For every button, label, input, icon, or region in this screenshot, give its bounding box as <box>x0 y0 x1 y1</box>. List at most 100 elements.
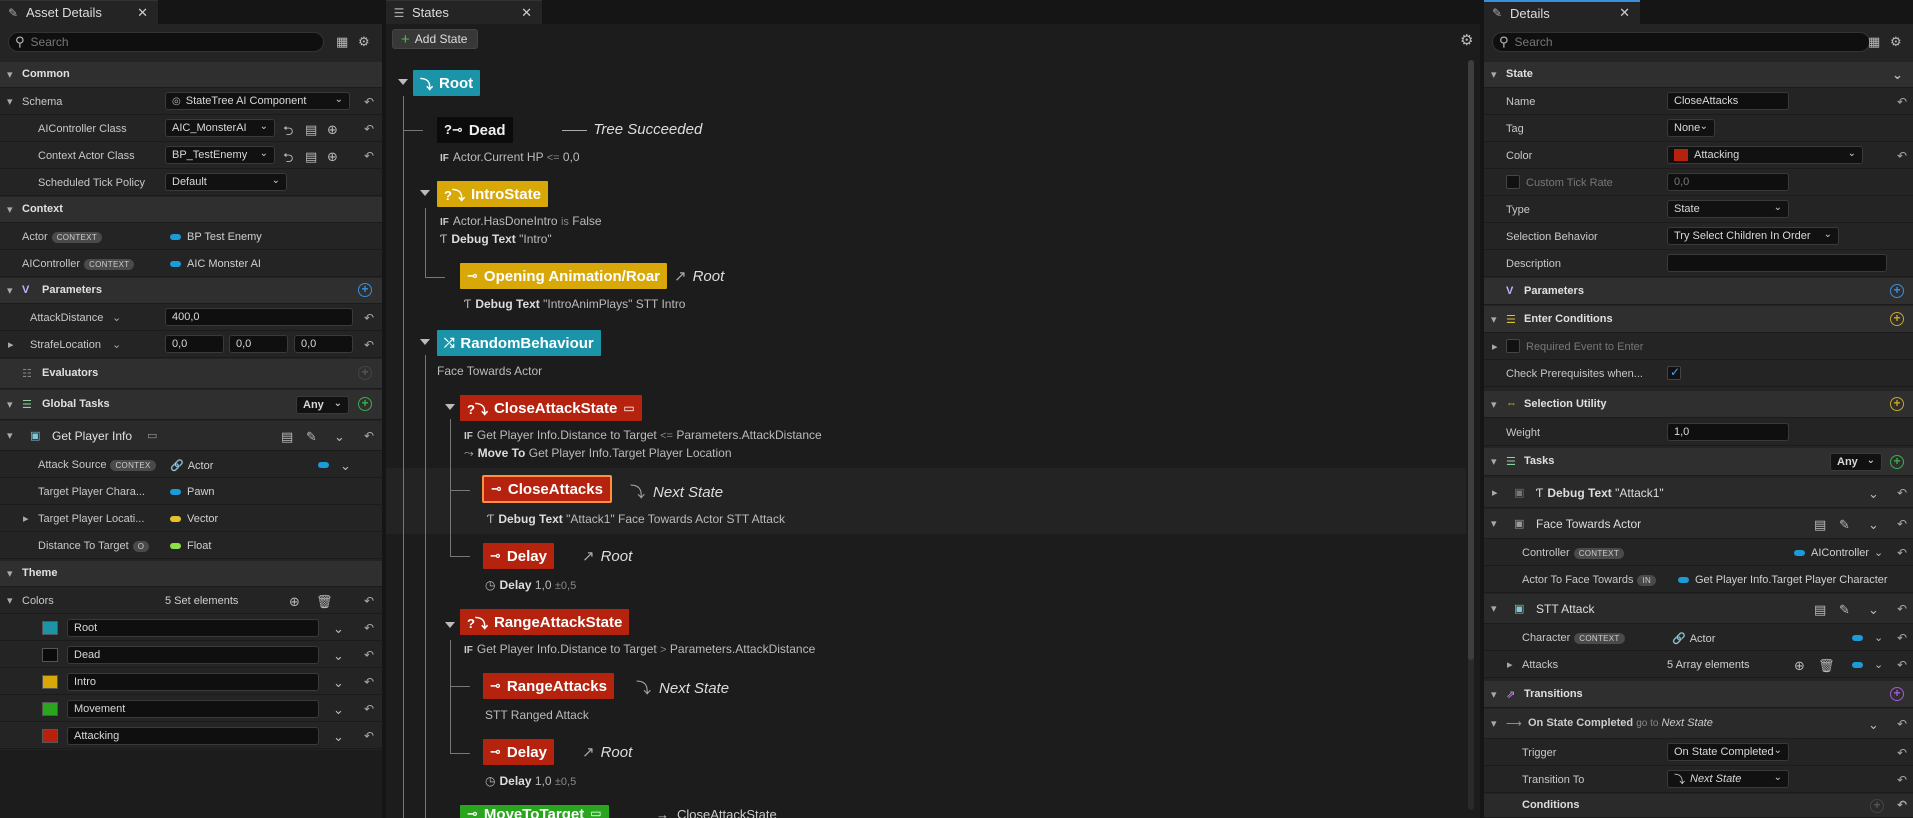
search-input[interactable]: ⚲ Search <box>1492 32 1870 52</box>
edit-icon[interactable]: ✎ <box>306 429 317 445</box>
tasks-section[interactable]: ▾ ☰ Tasks Any ⌄ + <box>1484 448 1913 476</box>
state-delay-1[interactable]: ⊸ Delay <box>483 543 554 569</box>
edit-icon[interactable]: ✎ <box>1839 517 1850 533</box>
chevron-right-icon[interactable]: ▸ <box>1492 340 1498 353</box>
reset-icon[interactable]: ↶ <box>1897 517 1907 531</box>
gear-icon[interactable]: ⚙ <box>1890 34 1902 50</box>
tick-policy-combo[interactable]: Default ⌄ <box>165 173 287 191</box>
add-parameter-button[interactable]: + <box>358 283 372 297</box>
chevron-down-icon[interactable]: ⌄ <box>1868 717 1879 733</box>
parameters-section[interactable]: V Parameters + <box>1484 278 1913 305</box>
transitions-section[interactable]: ▾ ⇗ Transitions + <box>1484 681 1913 708</box>
theme-color-name-input[interactable]: Dead <box>67 646 319 664</box>
chevron-down-icon[interactable]: ⌄ <box>1868 602 1879 618</box>
state-opening-animation[interactable]: ⊸ Opening Animation/Roar <box>460 263 668 289</box>
color-swatch[interactable] <box>42 702 58 716</box>
selection-utility-section[interactable]: ▾ ⇔ Selection Utility + <box>1484 391 1913 418</box>
color-swatch[interactable] <box>42 675 58 689</box>
chevron-down-icon[interactable]: ⌄ <box>1874 631 1883 644</box>
chevron-right-icon[interactable]: ▸ <box>8 338 14 351</box>
trigger-combo[interactable]: On State Completed ⌄ <box>1667 743 1789 761</box>
context-actor-class-combo[interactable]: BP_TestEnemy ⌄ <box>165 146 275 164</box>
reset-icon[interactable]: ↶ <box>364 149 374 163</box>
reset-icon[interactable]: ↶ <box>1897 546 1907 560</box>
state-range-attacks[interactable]: ⊸ RangeAttacks <box>483 673 614 699</box>
color-swatch[interactable] <box>42 621 58 635</box>
reset-icon[interactable]: ↶ <box>364 429 374 443</box>
chevron-right-icon[interactable]: ▸ <box>23 512 29 525</box>
browse-icon[interactable]: ▤ <box>305 149 317 165</box>
custom-tick-input[interactable]: 0,0 <box>1667 173 1789 191</box>
arrow-left-icon[interactable]: ⮌ <box>283 149 293 171</box>
name-input[interactable]: CloseAttacks <box>1667 92 1789 110</box>
add-condition-button[interactable]: + <box>1890 312 1904 326</box>
transition-to-combo[interactable]: ⤵ Next State ⌄ <box>1667 770 1789 788</box>
aicontroller-class-combo[interactable]: AIC_MonsterAI ⌄ <box>165 119 275 137</box>
arrow-left-icon[interactable]: ⮌ <box>283 122 293 144</box>
theme-color-name-input[interactable]: Attacking <box>67 727 319 745</box>
chevron-down-icon[interactable]: ▾ <box>1491 602 1497 615</box>
chevron-down-icon[interactable]: ⌄ <box>333 675 344 691</box>
tasks-any-combo[interactable]: Any ⌄ <box>1830 453 1882 471</box>
edit-icon[interactable]: ✎ <box>1839 602 1850 618</box>
chevron-down-icon[interactable]: ⌄ <box>333 729 344 745</box>
theme-color-name-input[interactable]: Movement <box>67 700 319 718</box>
add-icon[interactable]: ⊕ <box>327 149 338 165</box>
reset-icon[interactable]: ↶ <box>364 338 374 352</box>
theme-color-name-input[interactable]: Root <box>67 619 319 637</box>
chevron-down-icon[interactable]: ⌄ <box>1868 486 1879 502</box>
check-prereq-checkbox[interactable] <box>1667 365 1681 380</box>
close-icon[interactable]: ✕ <box>1619 5 1630 21</box>
details-tab[interactable]: ✎ Details ✕ <box>1484 0 1640 24</box>
description-input[interactable] <box>1667 254 1887 272</box>
type-combo[interactable]: State ⌄ <box>1667 200 1789 218</box>
gear-icon[interactable]: ⚙ <box>358 34 370 50</box>
add-icon[interactable]: ⊕ <box>327 122 338 138</box>
state-range-attack[interactable]: ?⤵ RangeAttackState <box>460 609 630 635</box>
close-icon[interactable]: ✕ <box>137 5 148 21</box>
selection-behavior-combo[interactable]: Try Select Children In Order ⌄ <box>1667 227 1839 245</box>
reset-icon[interactable]: ↶ <box>364 648 374 662</box>
chevron-down-icon[interactable]: ⌄ <box>1874 546 1883 559</box>
task-stt-attack-row[interactable]: ▾ ▣ STT Attack ▤ ✎ ⌄ ↶ <box>1484 594 1913 624</box>
reset-icon[interactable]: ↶ <box>364 675 374 689</box>
chevron-down-icon[interactable]: ⌄ <box>340 458 351 474</box>
task-face-towards-row[interactable]: ▾ ▣ Face Towards Actor ▤ ✎ ⌄ ↶ <box>1484 509 1913 539</box>
add-icon[interactable]: ⊕ <box>1794 658 1805 674</box>
reset-icon[interactable]: ↶ <box>364 594 374 608</box>
chevron-down-icon[interactable]: ⌄ <box>112 311 121 324</box>
add-state-button[interactable]: + Add State <box>392 29 479 49</box>
collapse-arrow-icon[interactable] <box>445 404 455 410</box>
task-debug-text-row[interactable]: ▸ ▣ Ƭ Debug Text "Attack1" ⌄ ↶ <box>1484 478 1913 508</box>
reset-icon[interactable]: ↶ <box>1897 486 1907 500</box>
state-delay-2[interactable]: ⊸ Delay <box>483 739 554 765</box>
chevron-right-icon[interactable]: ▸ <box>1492 486 1498 499</box>
state-intro[interactable]: ?⤵ IntroState <box>437 181 548 207</box>
reset-icon[interactable]: ↶ <box>1897 149 1907 163</box>
evaluators-section[interactable]: ☷ Evaluators + <box>0 359 382 389</box>
collapse-arrow-icon[interactable] <box>420 339 430 345</box>
states-tab[interactable]: ☰ States ✕ <box>386 0 542 24</box>
search-input[interactable]: ⚲ Search <box>8 32 324 52</box>
reset-icon[interactable]: ↶ <box>1897 717 1907 731</box>
state-close-attack[interactable]: ?⤵ CloseAttackState ▭ <box>460 395 642 421</box>
chevron-right-icon[interactable]: ▸ <box>1507 658 1513 671</box>
chevron-down-icon[interactable]: ▾ <box>7 594 13 607</box>
reset-icon[interactable]: ↶ <box>364 311 374 325</box>
browse-icon[interactable]: ▤ <box>281 429 293 445</box>
chevron-down-icon[interactable]: ▾ <box>1491 717 1497 730</box>
add-condition-button[interactable]: + <box>1870 799 1884 813</box>
add-transition-button[interactable]: + <box>1890 687 1904 701</box>
context-section[interactable]: ▾ Context <box>0 197 382 223</box>
chevron-down-icon[interactable]: ⌄ <box>333 648 344 664</box>
reset-icon[interactable]: ↶ <box>1897 602 1907 616</box>
reset-icon[interactable]: ↶ <box>364 702 374 716</box>
scrollbar-thumb[interactable] <box>1468 60 1474 660</box>
chevron-down-icon[interactable]: ▾ <box>7 429 13 442</box>
chevron-down-icon[interactable]: ⌄ <box>334 429 345 445</box>
color-swatch[interactable] <box>42 648 58 662</box>
strafe-y-input[interactable]: 0,0 <box>229 335 288 353</box>
strafe-z-input[interactable]: 0,0 <box>294 335 353 353</box>
chevron-down-icon[interactable]: ⌄ <box>333 702 344 718</box>
collapse-arrow-icon[interactable] <box>420 190 430 196</box>
